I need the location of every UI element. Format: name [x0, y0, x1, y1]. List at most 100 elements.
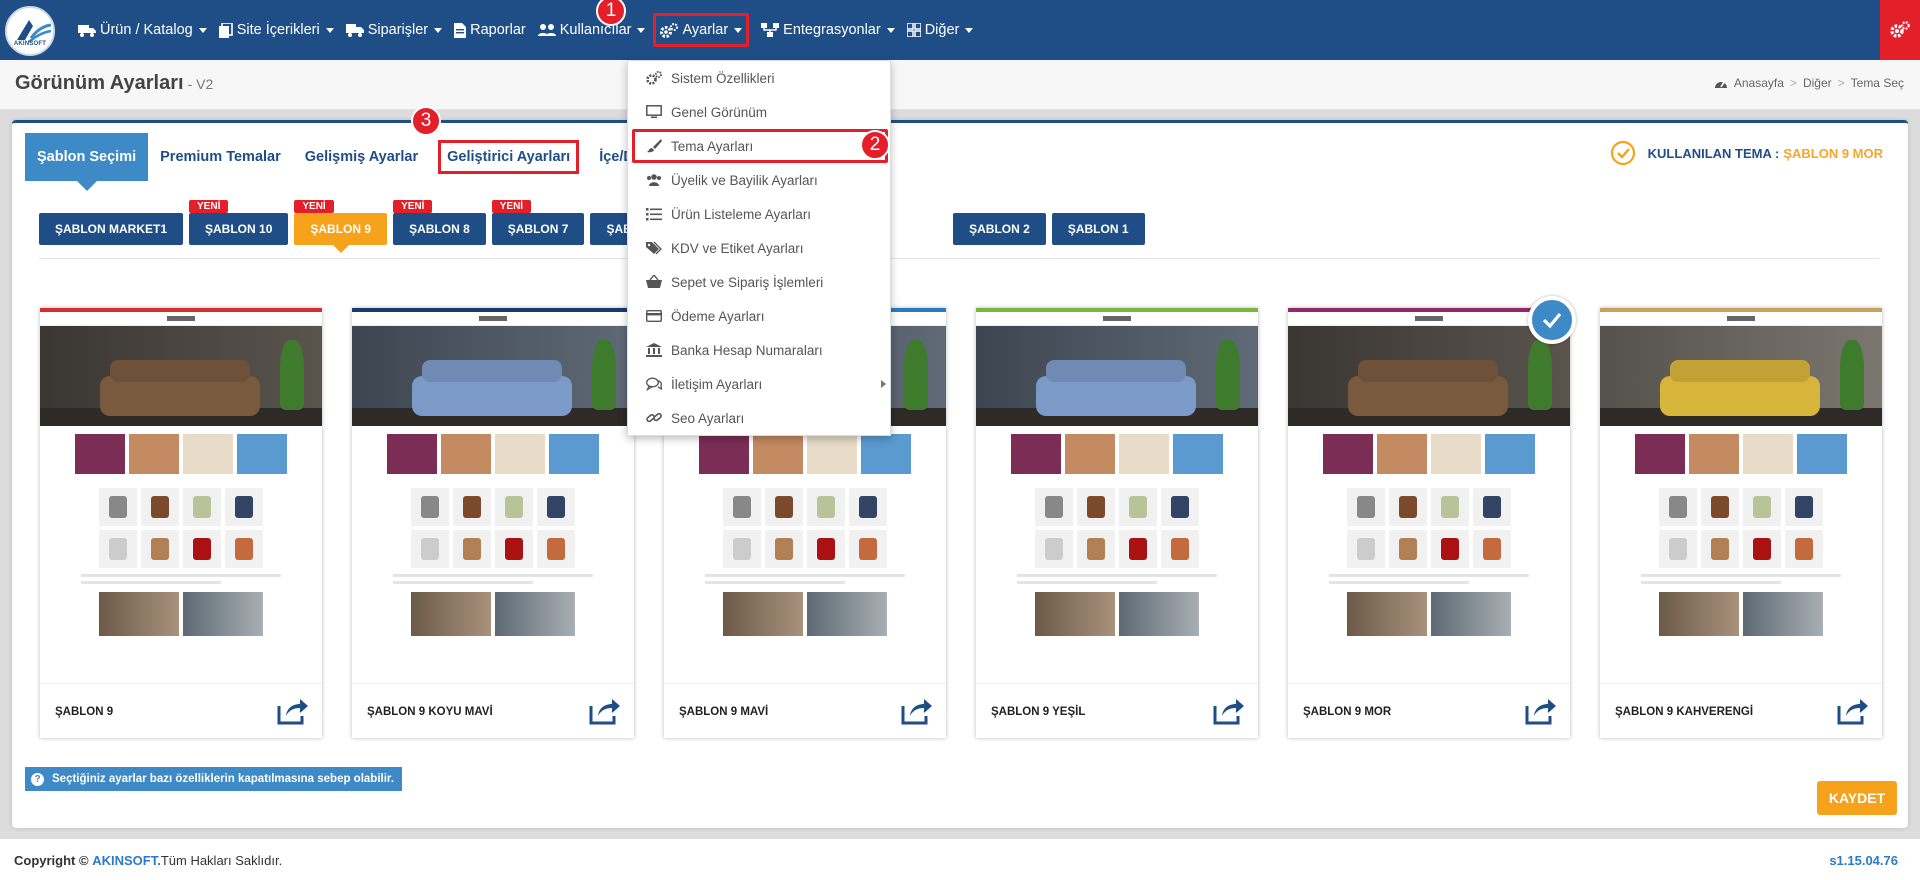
template-button-market1[interactable]: ŞABLON MARKET1 — [39, 213, 184, 245]
preview-header — [352, 312, 634, 326]
copyright: Copyright © AKINSOFT.Tüm Hakları Saklıdı… — [14, 853, 282, 868]
caret-down-icon — [198, 27, 207, 33]
preview-product-thumb — [1659, 530, 1697, 568]
menu-item-tema-ayarlari[interactable]: Tema Ayarları — [632, 129, 888, 163]
share-icon[interactable] — [900, 696, 934, 726]
main-panel: Şablon Seçimi Premium Temalar Gelişmiş A… — [12, 120, 1908, 828]
menu-item-label: İletişim Ayarları — [671, 376, 763, 392]
page-title: Görünüm Ayarları - V2 — [15, 72, 213, 95]
new-badge: YENİ — [491, 200, 532, 213]
share-icon[interactable] — [1212, 696, 1246, 726]
preview-product-thumb — [411, 530, 449, 568]
page-title-text: Görünüm Ayarları — [15, 72, 184, 94]
preview-product-thumb — [1659, 488, 1697, 526]
menu-item-urun-listeleme[interactable]: Ürün Listeleme Ayarları — [628, 197, 892, 231]
preview-product-thumb — [495, 488, 533, 526]
sitemap-icon — [761, 23, 780, 37]
theme-card[interactable]: ŞABLON 9 KOYU MAVİ — [352, 308, 634, 738]
active-theme-value: ŞABLON 9 MOR — [1783, 145, 1883, 161]
tags-icon — [646, 241, 662, 255]
menu-item-label: Üyelik ve Bayilik Ayarları — [671, 172, 818, 188]
nav-urun-katalog[interactable]: Ürün / Katalog — [78, 13, 207, 47]
quick-settings-button[interactable] — [1880, 0, 1920, 60]
preview-product-thumb — [807, 530, 845, 568]
caret-down-icon — [434, 27, 443, 33]
preview-category-row — [1600, 434, 1882, 474]
link-icon — [646, 412, 662, 423]
main-menu: Ürün / Katalog Site İçerikleri Siparişle… — [78, 0, 985, 60]
template-button-2[interactable]: ŞABLON 2 — [953, 213, 1046, 245]
menu-item-label: KDV ve Etiket Ayarları — [671, 240, 804, 256]
template-button-label: ŞABLON 2 — [969, 222, 1030, 236]
preview-product-grid — [352, 488, 634, 568]
theme-card[interactable]: ŞABLON 9 — [40, 308, 322, 738]
nav-label: Entegrasyonlar — [783, 22, 881, 38]
template-button-8[interactable]: YENİ ŞABLON 8 — [393, 200, 486, 245]
share-icon[interactable] — [1836, 696, 1870, 726]
menu-item-kdv-etiket[interactable]: KDV ve Etiket Ayarları — [628, 231, 892, 265]
share-icon[interactable] — [588, 696, 622, 726]
menu-item-label: Banka Hesap Numaraları — [671, 342, 823, 358]
share-icon[interactable] — [276, 696, 310, 726]
file-text-icon — [454, 22, 467, 38]
share-icon[interactable] — [1524, 696, 1558, 726]
tab-gelismis-ayarlar[interactable]: Gelişmiş Ayarlar — [293, 133, 430, 181]
menu-item-iletisim[interactable]: İletişim Ayarları — [628, 367, 892, 401]
preview-product-thumb — [849, 488, 887, 526]
menu-item-genel-gorunum[interactable]: Genel Görünüm — [628, 95, 892, 129]
theme-card-name: ŞABLON 9 KOYU MAVİ — [367, 706, 493, 718]
breadcrumb-home[interactable]: Anasayfa — [1734, 76, 1784, 90]
preview-product-thumb — [723, 530, 761, 568]
template-button-10[interactable]: YENİ ŞABLON 10 — [189, 200, 289, 245]
template-button-1[interactable]: ŞABLON 1 — [1051, 213, 1145, 245]
preview-product-thumb — [1389, 488, 1427, 526]
preview-hero — [1600, 326, 1882, 426]
nav-siparisler[interactable]: Siparişler — [345, 13, 443, 47]
preview-product-thumb — [1473, 530, 1511, 568]
menu-item-banka-hesap[interactable]: Banka Hesap Numaraları — [628, 333, 892, 367]
theme-card[interactable]: ŞABLON 9 MOR — [1288, 296, 1576, 738]
template-selector: ŞABLON MARKET1 YENİ ŞABLON 10 YENİ ŞABLON … — [39, 200, 1151, 253]
tab-premium-temalar[interactable]: Premium Temalar — [148, 133, 293, 181]
preview-category-row — [1288, 434, 1570, 474]
menu-item-label: Ürün Listeleme Ayarları — [671, 206, 812, 222]
menu-item-odeme[interactable]: Ödeme Ayarları — [628, 299, 892, 333]
preview-product-thumb — [1035, 530, 1073, 568]
template-button-9[interactable]: YENİ ŞABLON 9 — [294, 200, 388, 253]
template-button-7[interactable]: YENİ ŞABLON 7 — [491, 200, 585, 245]
nav-diger[interactable]: Diğer — [906, 13, 974, 47]
nav-site-icerikleri[interactable]: Site İçerikleri — [218, 13, 334, 47]
preview-header — [976, 312, 1258, 326]
gears-icon — [1890, 21, 1910, 38]
nav-label: Raporlar — [470, 22, 526, 38]
tab-gelistirici-ayarlari[interactable]: Geliştirici Ayarları — [438, 140, 580, 174]
theme-preview-image — [40, 308, 322, 683]
menu-item-label: Sepet ve Sipariş İşlemleri — [671, 274, 824, 290]
breadcrumb-diger[interactable]: Diğer — [1803, 76, 1832, 90]
menu-item-sistem-ozellikleri[interactable]: Sistem Özellikleri — [628, 61, 892, 95]
preview-hero — [976, 326, 1258, 426]
save-button[interactable]: KAYDET — [1817, 781, 1897, 815]
preview-hero — [40, 326, 322, 426]
template-button-label: ŞABLON 8 — [409, 222, 470, 236]
logo-mark-icon — [17, 20, 52, 43]
akinsoft-logo[interactable]: AKINSOFT — [5, 6, 55, 56]
nav-raporlar[interactable]: Raporlar — [454, 13, 526, 47]
dashboard-icon — [1714, 81, 1727, 88]
theme-card[interactable]: ŞABLON 9 YEŞİL — [976, 308, 1258, 738]
preview-category-row — [664, 434, 946, 474]
new-badge: YENİ — [393, 200, 433, 213]
nav-ayarlar[interactable]: Ayarlar — [653, 13, 750, 47]
menu-item-seo[interactable]: Seo Ayarları — [628, 401, 892, 435]
preview-banners — [40, 592, 322, 636]
preview-product-thumb — [453, 530, 491, 568]
nav-entegrasyonlar[interactable]: Entegrasyonlar — [761, 13, 895, 47]
nav-kullanicilar[interactable]: Kullanıcılar — [537, 13, 646, 47]
footer-brand-link[interactable]: AKINSOFT. — [92, 853, 161, 868]
menu-item-uyelik-bayilik[interactable]: Üyelik ve Bayilik Ayarları — [628, 163, 892, 197]
menu-item-sepet-siparis[interactable]: Sepet ve Sipariş İşlemleri — [628, 265, 892, 299]
preview-product-thumb — [1701, 530, 1739, 568]
preview-product-thumb — [495, 530, 533, 568]
theme-card[interactable]: ŞABLON 9 KAHVERENGİ — [1600, 308, 1882, 738]
tab-sablon-secimi[interactable]: Şablon Seçimi — [25, 133, 149, 191]
